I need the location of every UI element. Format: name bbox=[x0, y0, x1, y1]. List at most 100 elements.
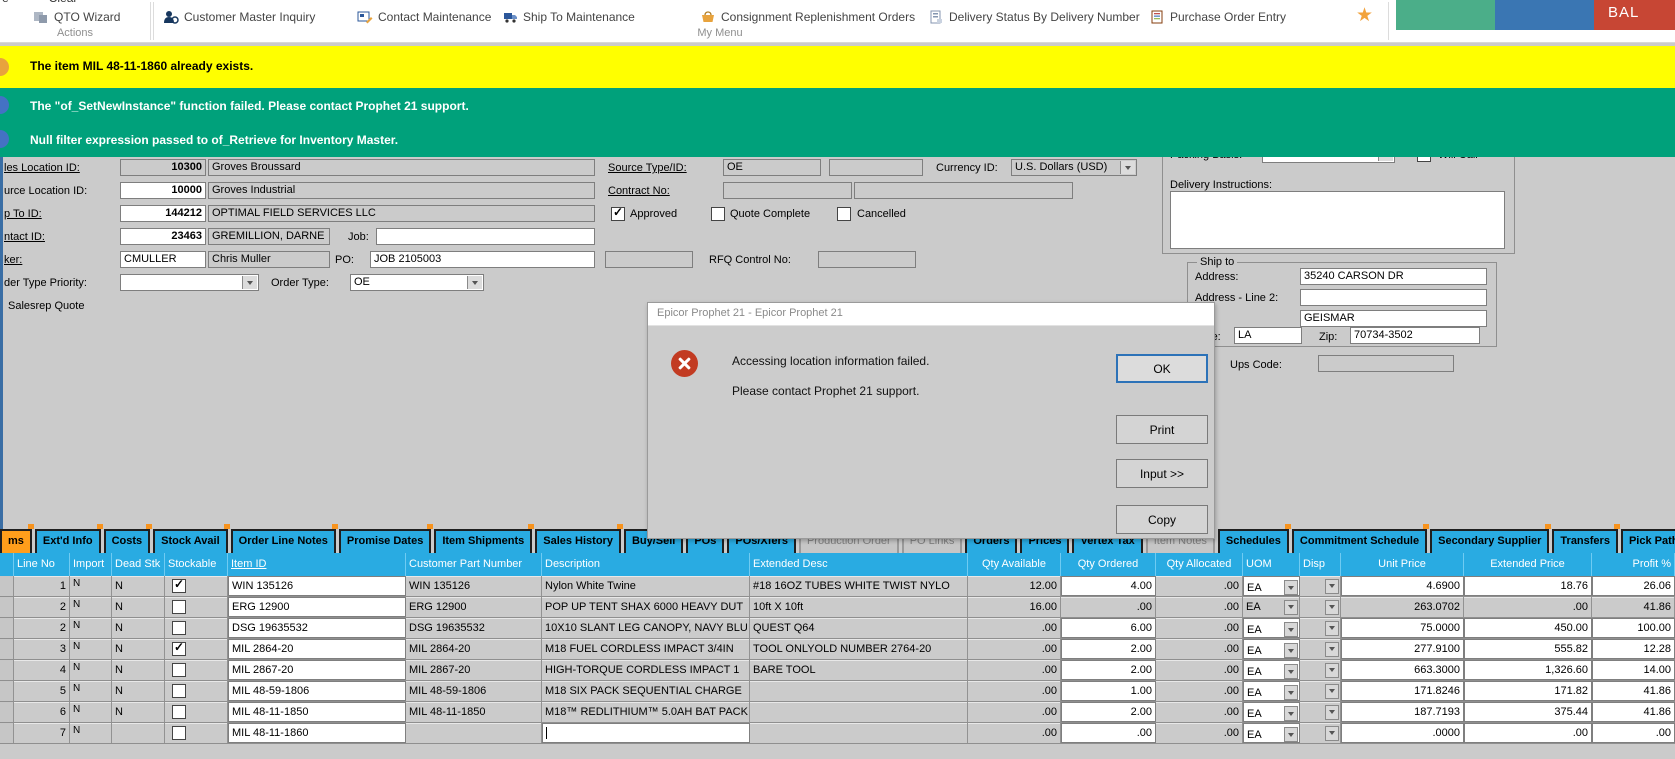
cell-extended-price[interactable]: 375.44 bbox=[1464, 702, 1592, 722]
chevron-down-icon[interactable] bbox=[1284, 706, 1298, 721]
cancelled-checkbox[interactable] bbox=[837, 207, 851, 221]
cell-profit-pct[interactable]: 26.06 bbox=[1592, 576, 1675, 596]
chevron-down-icon[interactable] bbox=[1325, 726, 1339, 741]
print-button[interactable]: Print bbox=[1116, 415, 1208, 444]
chevron-down-icon[interactable] bbox=[1325, 621, 1339, 636]
cell-uom[interactable]: EA bbox=[1243, 660, 1300, 680]
ship-to-id-field[interactable]: 144212 bbox=[120, 205, 206, 222]
cell-item-id[interactable]: MIL 48-59-1806 bbox=[228, 681, 406, 701]
cell-qty-ordered[interactable]: 2.00 bbox=[1061, 639, 1156, 659]
chevron-down-icon[interactable] bbox=[1284, 664, 1298, 679]
tab-pick-path[interactable]: Pick Path bbox=[1621, 529, 1675, 553]
cell-unit-price[interactable]: .0000 bbox=[1341, 723, 1464, 743]
approved-checkbox[interactable] bbox=[611, 207, 625, 221]
cell-profit-pct[interactable]: 41.86 bbox=[1592, 702, 1675, 722]
delivery-instructions-textarea[interactable] bbox=[1170, 191, 1505, 249]
cell-uom[interactable]: EA bbox=[1243, 639, 1300, 659]
cell-unit-price[interactable]: 187.7193 bbox=[1341, 702, 1464, 722]
column-header-uom[interactable]: UOM bbox=[1243, 553, 1300, 576]
cell-qty-ordered[interactable]: 4.00 bbox=[1061, 576, 1156, 596]
ship-to-id-label[interactable]: p To ID: bbox=[4, 208, 42, 220]
status-block-blue[interactable] bbox=[1495, 0, 1594, 30]
cell-qty-ordered[interactable]: 2.00 bbox=[1061, 702, 1156, 722]
cell-extended-price[interactable]: 555.82 bbox=[1464, 639, 1592, 659]
chevron-down-icon[interactable] bbox=[1284, 622, 1298, 637]
column-header-description[interactable]: Description bbox=[542, 553, 750, 576]
row-selector[interactable] bbox=[0, 702, 14, 722]
tab-stock-avail[interactable]: Stock Avail bbox=[153, 529, 228, 553]
column-header-customer-part[interactable]: Customer Part Number bbox=[406, 553, 542, 576]
column-header-disp[interactable]: Disp bbox=[1300, 553, 1341, 576]
input-button[interactable]: Input >> bbox=[1116, 459, 1208, 488]
contract-no-label[interactable]: Contract No: bbox=[608, 185, 670, 197]
dialog-titlebar[interactable]: Epicor Prophet 21 - Epicor Prophet 21 bbox=[648, 303, 1214, 326]
cell-uom[interactable]: EA bbox=[1243, 681, 1300, 701]
sales-location-id-field[interactable]: 10300 bbox=[120, 159, 206, 176]
stockable-checkbox[interactable] bbox=[172, 642, 186, 656]
cell-item-id[interactable]: MIL 2867-20 bbox=[228, 660, 406, 680]
cell-profit-pct[interactable]: 12.28 bbox=[1592, 639, 1675, 659]
source-type-id-label[interactable]: Source Type/ID: bbox=[608, 162, 687, 174]
cell-disp[interactable] bbox=[1300, 723, 1341, 743]
quote-complete-checkbox[interactable] bbox=[711, 207, 725, 221]
ship-to-maintenance-button[interactable]: Ship To Maintenance bbox=[502, 7, 635, 27]
cell-item-id[interactable]: WIN 135126 bbox=[228, 576, 406, 596]
tab-ext-d-info[interactable]: Ext'd Info bbox=[35, 529, 101, 553]
status-block-green[interactable] bbox=[1396, 0, 1495, 30]
qto-wizard-button[interactable]: QTO Wizard bbox=[33, 7, 120, 27]
column-header-import[interactable]: Import bbox=[70, 553, 112, 576]
cell-disp[interactable] bbox=[1300, 660, 1341, 680]
sales-location-id-label[interactable]: les Location ID: bbox=[4, 162, 80, 174]
row-selector[interactable] bbox=[0, 576, 14, 596]
contact-id-field[interactable]: 23463 bbox=[120, 228, 206, 245]
cell-profit-pct[interactable]: .00 bbox=[1592, 723, 1675, 743]
contact-id-label[interactable]: ntact ID: bbox=[4, 231, 45, 243]
taker-label[interactable]: ker: bbox=[4, 254, 22, 266]
cell-uom[interactable]: EA bbox=[1243, 702, 1300, 722]
chevron-down-icon[interactable] bbox=[467, 276, 482, 289]
column-header-unit-price[interactable]: Unit Price bbox=[1341, 553, 1464, 576]
cell-disp[interactable] bbox=[1300, 597, 1341, 617]
address-field[interactable]: 35240 CARSON DR bbox=[1300, 268, 1487, 285]
column-header-qty-available[interactable]: Qty Available bbox=[968, 553, 1061, 576]
tab-ms[interactable]: ms bbox=[0, 529, 32, 553]
chevron-down-icon[interactable] bbox=[1120, 161, 1135, 174]
column-header-qty-allocated[interactable]: Qty Allocated bbox=[1156, 553, 1243, 576]
cell-uom[interactable]: EA bbox=[1243, 723, 1300, 743]
cell-disp[interactable] bbox=[1300, 639, 1341, 659]
row-selector[interactable] bbox=[0, 723, 14, 743]
row-selector[interactable] bbox=[0, 618, 14, 638]
tab-secondary-supplier[interactable]: Secondary Supplier bbox=[1430, 529, 1549, 553]
chevron-down-icon[interactable] bbox=[1325, 579, 1339, 594]
stockable-checkbox[interactable] bbox=[172, 600, 186, 614]
chevron-down-icon[interactable] bbox=[1284, 643, 1298, 658]
cell-item-id[interactable]: MIL 48-11-1850 bbox=[228, 702, 406, 722]
taker-id-field[interactable]: CMULLER bbox=[120, 251, 206, 268]
cell-disp[interactable] bbox=[1300, 576, 1341, 596]
column-header-dead-stock[interactable]: Dead Stk bbox=[112, 553, 165, 576]
source-location-id-field[interactable]: 10000 bbox=[120, 182, 206, 199]
cell-extended-price[interactable]: .00 bbox=[1464, 723, 1592, 743]
tab-sales-history[interactable]: Sales History bbox=[535, 529, 621, 553]
column-header-line-no[interactable]: Line No bbox=[14, 553, 70, 576]
cell-qty-ordered[interactable]: 2.00 bbox=[1061, 660, 1156, 680]
tab-schedules[interactable]: Schedules bbox=[1218, 529, 1289, 553]
state-field[interactable]: LA bbox=[1234, 327, 1302, 344]
tab-item-shipments[interactable]: Item Shipments bbox=[434, 529, 532, 553]
cell-extended-price[interactable]: 18.76 bbox=[1464, 576, 1592, 596]
stockable-checkbox[interactable] bbox=[172, 684, 186, 698]
column-header-qty-ordered[interactable]: Qty Ordered bbox=[1061, 553, 1156, 576]
chevron-down-icon[interactable] bbox=[1325, 600, 1339, 615]
column-header-extended-price[interactable]: Extended Price bbox=[1464, 553, 1592, 576]
city-field[interactable]: GEISMAR bbox=[1300, 310, 1487, 327]
zip-field[interactable]: 70734-3502 bbox=[1350, 327, 1480, 344]
cell-description[interactable] bbox=[542, 723, 750, 743]
cell-extended-price[interactable]: 450.00 bbox=[1464, 618, 1592, 638]
chevron-down-icon[interactable] bbox=[1325, 663, 1339, 678]
stockable-checkbox[interactable] bbox=[172, 663, 186, 677]
chevron-down-icon[interactable] bbox=[242, 276, 257, 289]
cell-profit-pct[interactable]: 41.86 bbox=[1592, 681, 1675, 701]
cell-item-id[interactable]: MIL 48-11-1860 bbox=[228, 723, 406, 743]
cell-item-id[interactable]: DSG 19635532 bbox=[228, 618, 406, 638]
cell-item-id[interactable]: ERG 12900 bbox=[228, 597, 406, 617]
